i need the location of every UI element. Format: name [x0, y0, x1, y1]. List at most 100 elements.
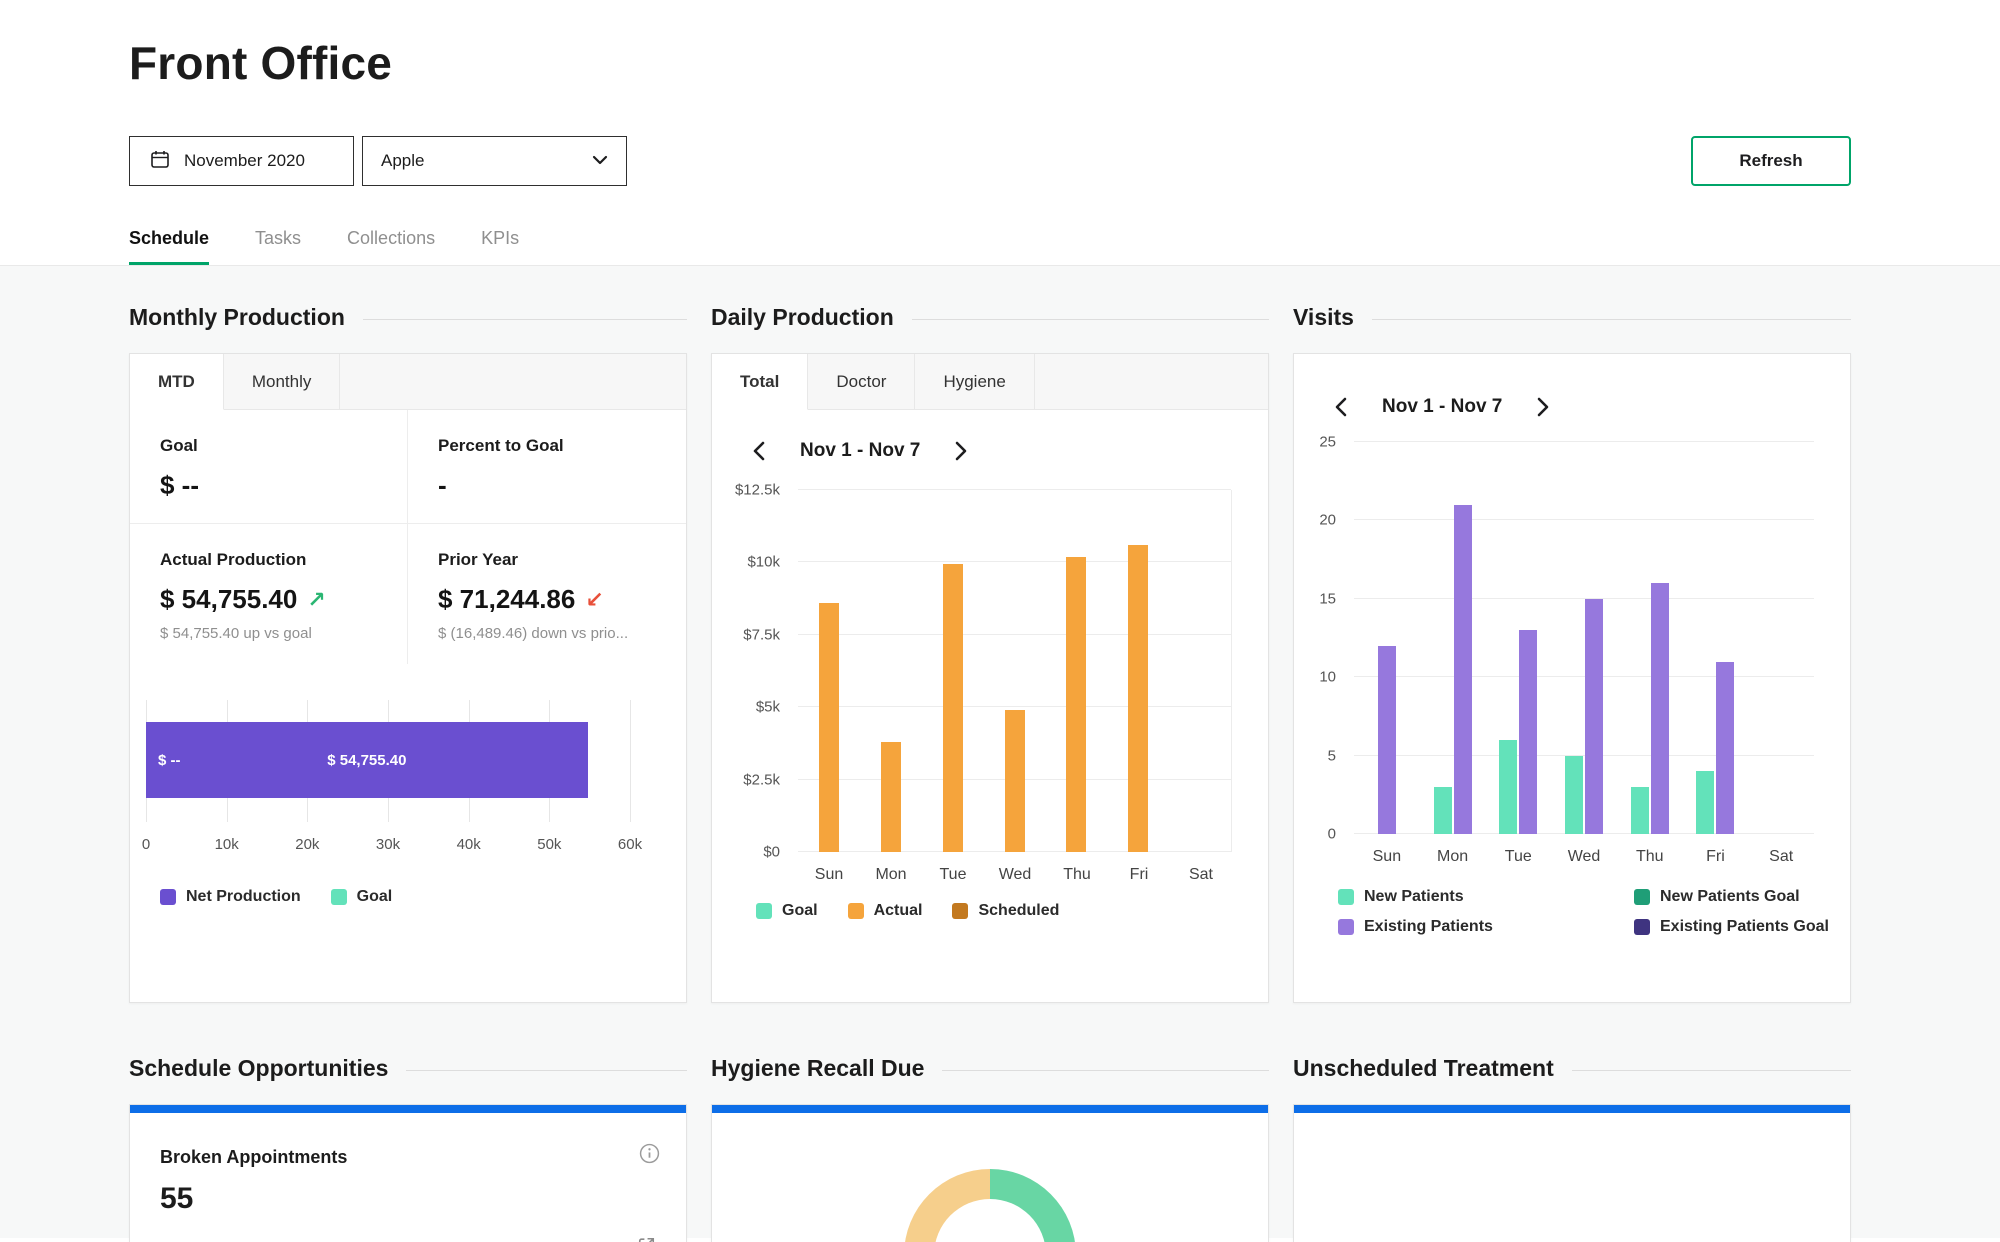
bar-actual — [1128, 545, 1148, 852]
bar-existing-patients — [1519, 630, 1537, 834]
front-office-dashboard: Front Office November 2020 Apple Refresh… — [0, 0, 2000, 1238]
legend-swatch — [848, 903, 864, 919]
section-rule — [1372, 319, 1851, 320]
tab-schedule[interactable]: Schedule — [129, 228, 209, 265]
y-tick-label: 0 — [1328, 826, 1336, 843]
broken-appointments-metric: Broken Appointments 55 Patients with Can… — [130, 1113, 686, 1242]
legend-label: Goal — [357, 888, 393, 906]
y-tick-label: $10k — [747, 554, 780, 571]
x-tick-label: Wed — [1551, 834, 1617, 866]
x-tick-label: Mon — [860, 852, 922, 884]
stat-value: $ 71,244.86 — [438, 584, 575, 615]
x-tick-label: 20k — [295, 836, 319, 853]
y-tick-label: 15 — [1319, 590, 1336, 607]
axis-spacer — [712, 852, 798, 884]
tab-tasks[interactable]: Tasks — [255, 228, 301, 265]
section-head-hygiene-recall: Hygiene Recall Due — [711, 1055, 1269, 1082]
bars — [798, 490, 1231, 852]
legend-item: Goal — [331, 888, 393, 906]
unscheduled-treatment-section: Unscheduled Treatment — [1293, 1055, 1851, 1242]
visits-date-range-nav: Nov 1 - Nov 7 — [1294, 354, 1850, 442]
bar-label-value: $ 54,755.40 — [327, 752, 406, 769]
info-icon[interactable] — [639, 1143, 660, 1169]
section-head-daily-production: Daily Production — [711, 304, 1269, 331]
section-rule — [406, 1070, 687, 1071]
stat-value: $ 54,755.40 — [160, 584, 297, 615]
unscheduled-treatment-card — [1293, 1104, 1851, 1242]
month-picker[interactable]: November 2020 — [129, 136, 354, 186]
gridline — [630, 700, 631, 822]
tab-doctor[interactable]: Doctor — [808, 354, 915, 409]
legend-swatch — [1634, 919, 1650, 935]
stat-value: - — [438, 470, 447, 501]
bar-actual — [1066, 557, 1086, 852]
provider-select[interactable]: Apple — [362, 136, 627, 186]
bar-net-production: $ --$ 54,755.40 — [146, 722, 588, 798]
x-tick-label: Sat — [1748, 834, 1814, 866]
stat-percent-to-goal: Percent to Goal - — [408, 410, 686, 524]
y-tick-label: 20 — [1319, 512, 1336, 529]
tab-hygiene[interactable]: Hygiene — [915, 354, 1034, 409]
external-link-icon[interactable] — [637, 1236, 656, 1242]
tab-kpis[interactable]: KPIs — [481, 228, 519, 265]
bar-group — [922, 490, 984, 852]
y-tick-label: 25 — [1319, 434, 1336, 451]
x-axis: SunMonTueWedThuFriSat — [798, 852, 1232, 884]
prev-week-button[interactable] — [1334, 396, 1348, 418]
legend-label: Goal — [782, 902, 818, 920]
monthly-production-legend: Net Production Goal — [160, 888, 686, 906]
tab-mtd[interactable]: MTD — [130, 354, 224, 410]
tab-collections[interactable]: Collections — [347, 228, 435, 265]
legend-swatch — [1338, 889, 1354, 905]
stat-label: Prior Year — [438, 550, 666, 570]
x-tick-label: 40k — [457, 836, 481, 853]
y-axis: 0510152025 — [1294, 442, 1354, 834]
card-accent-bar — [712, 1105, 1268, 1113]
x-axis: SunMonTueWedThuFriSat — [1354, 834, 1814, 866]
main-nav-tabs: Schedule Tasks Collections KPIs — [129, 228, 1851, 265]
legend-label: New Patients Goal — [1660, 888, 1800, 906]
stat-label: Actual Production — [160, 550, 387, 570]
tab-monthly[interactable]: Monthly — [224, 354, 341, 409]
section-title: Monthly Production — [129, 304, 345, 331]
stat-label: Goal — [160, 436, 387, 456]
bar-group — [1420, 442, 1486, 834]
daily-date-range-nav: Nov 1 - Nov 7 — [712, 410, 1268, 490]
bar-actual — [819, 603, 839, 852]
x-tick-label: 60k — [618, 836, 642, 853]
metric-label: Broken Appointments — [160, 1147, 656, 1168]
daily-production-tabs: Total Doctor Hygiene — [712, 354, 1268, 410]
daily-production-chart: $0$2.5k$5k$7.5k$10k$12.5k SunMonTueWedTh… — [712, 490, 1232, 884]
hygiene-recall-card — [711, 1104, 1269, 1242]
monthly-production-plot: $ --$ 54,755.40 — [146, 700, 630, 822]
x-tick-label: Wed — [984, 852, 1046, 884]
next-week-button[interactable] — [1536, 396, 1550, 418]
prev-week-button[interactable] — [752, 440, 766, 462]
bar-group — [860, 490, 922, 852]
legend-item: New Patients — [1338, 888, 1594, 906]
y-tick-label: $2.5k — [743, 771, 780, 788]
section-title: Visits — [1293, 304, 1354, 331]
monthly-production-chart: $ --$ 54,755.40 010k20k30k40k50k60k — [130, 664, 686, 860]
next-week-button[interactable] — [954, 440, 968, 462]
cards-row-1: Monthly Production MTD Monthly Goal $ -- — [129, 304, 1851, 1003]
trend-down-icon: ↙ — [585, 587, 603, 613]
plot-area — [798, 490, 1232, 852]
section-head-visits: Visits — [1293, 304, 1851, 331]
card-accent-bar — [130, 1105, 686, 1113]
tab-total[interactable]: Total — [712, 354, 808, 410]
x-tick-label: Thu — [1617, 834, 1683, 866]
y-tick-label: $0 — [763, 844, 780, 861]
legend-item: Net Production — [160, 888, 301, 906]
stat-goal: Goal $ -- — [130, 410, 408, 524]
bar-actual — [1005, 710, 1025, 852]
refresh-button[interactable]: Refresh — [1691, 136, 1851, 186]
daily-production-section: Daily Production Total Doctor Hygiene No… — [711, 304, 1269, 1003]
chevron-down-icon — [592, 152, 608, 170]
trend-up-icon: ↗ — [307, 587, 325, 613]
metric-value: 55 — [160, 1182, 656, 1216]
dashboard-content: Monthly Production MTD Monthly Goal $ -- — [0, 265, 2000, 1238]
section-head-schedule-opportunities: Schedule Opportunities — [129, 1055, 687, 1082]
bar-new-patients — [1696, 771, 1714, 834]
monthly-production-tabs: MTD Monthly — [130, 354, 686, 410]
